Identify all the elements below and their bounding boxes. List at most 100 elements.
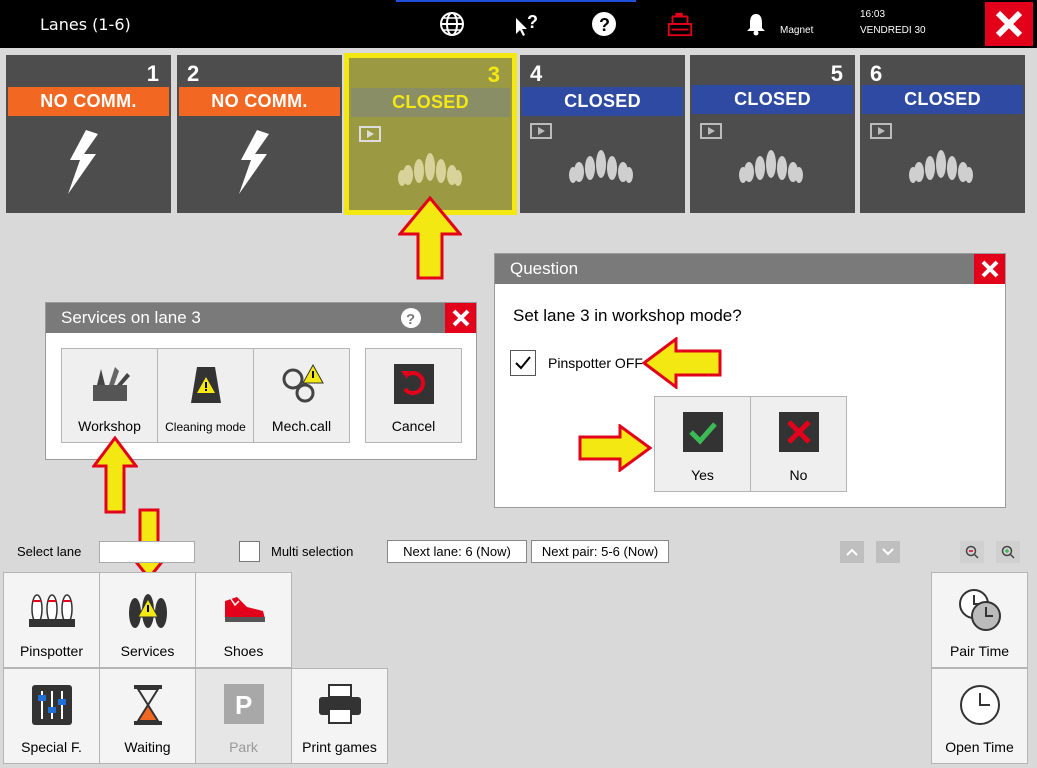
next-lane-button[interactable]: Next lane: 6 (Now) xyxy=(387,540,527,563)
chevron-down-icon xyxy=(882,548,894,556)
pins-icon xyxy=(739,150,803,183)
cancel-button[interactable]: Cancel xyxy=(365,348,462,443)
select-lane-input[interactable] xyxy=(99,541,195,563)
open-time-button[interactable]: Open Time xyxy=(931,668,1028,764)
lightning-icon xyxy=(68,130,98,194)
pinspotter-icon xyxy=(28,594,75,627)
video-icon xyxy=(359,126,381,142)
shoes-button[interactable]: Shoes xyxy=(195,572,292,668)
select-lane-label: Select lane xyxy=(17,544,82,559)
lightning-icon xyxy=(239,130,269,194)
annotation-arrow-up xyxy=(398,196,462,280)
pinspotter-button[interactable]: Pinspotter xyxy=(3,572,100,668)
clock-icon xyxy=(959,685,1000,725)
waiting-button[interactable]: Waiting xyxy=(99,668,196,764)
workshop-label: Workshop xyxy=(78,418,141,434)
tools-icon xyxy=(92,367,130,401)
zoom-out-button[interactable] xyxy=(960,541,984,563)
shoe-icon xyxy=(224,597,265,622)
question-text: Set lane 3 in workshop mode? xyxy=(513,306,742,325)
workshop-button[interactable]: Workshop xyxy=(61,348,158,443)
park-label: Park xyxy=(229,739,258,755)
clock-date: VENDREDI 30 xyxy=(860,25,926,36)
multi-selection-checkbox[interactable] xyxy=(239,541,260,562)
bell-icon[interactable] xyxy=(742,10,770,38)
scroll-down-button[interactable] xyxy=(876,541,900,563)
shoes-label: Shoes xyxy=(223,643,264,659)
annotation-arrow-left xyxy=(642,337,722,389)
services-button[interactable]: Services xyxy=(99,572,196,668)
pinspotter-off-label: Pinspotter OFF xyxy=(548,355,643,371)
pinspotter-off-checkbox[interactable] xyxy=(510,350,536,376)
lane-card-6[interactable]: 6 CLOSED xyxy=(860,55,1025,213)
pinspotter-label: Pinspotter xyxy=(19,643,84,659)
open-time-label: Open Time xyxy=(945,739,1014,755)
clocks-icon xyxy=(958,589,1001,631)
services-dialog-title: Services on lane 3 xyxy=(61,308,201,327)
no-button[interactable]: No xyxy=(750,396,847,492)
print-games-button[interactable]: Print games xyxy=(291,668,388,764)
help-icon[interactable]: ? xyxy=(590,10,618,38)
lane-status: CLOSED xyxy=(692,85,853,114)
next-pair-button[interactable]: Next pair: 5-6 (Now) xyxy=(531,540,669,563)
zoom-out-icon xyxy=(965,545,979,559)
cleaning-mode-button[interactable]: Cleaning mode xyxy=(157,348,254,443)
no-label: No xyxy=(789,467,808,483)
lane-status: CLOSED xyxy=(351,88,510,117)
yes-label: Yes xyxy=(691,467,714,483)
help-icon[interactable]: ? xyxy=(400,307,422,329)
zoom-in-icon xyxy=(1001,545,1015,559)
lane-status: CLOSED xyxy=(862,85,1023,114)
cleaning-mode-label: Cleaning mode xyxy=(165,420,246,434)
close-icon xyxy=(981,260,998,278)
question-close-button[interactable] xyxy=(974,254,1005,284)
pointer-help-icon[interactable]: ? xyxy=(512,10,540,38)
close-app-button[interactable] xyxy=(985,2,1033,46)
svg-text:P: P xyxy=(235,690,252,720)
multi-selection-label: Multi selection xyxy=(271,544,354,559)
lane-number: 2 xyxy=(187,61,200,86)
pins-icon xyxy=(398,153,462,186)
printer-icon xyxy=(318,684,361,724)
video-icon xyxy=(700,123,722,139)
lane-card-1[interactable]: 1 NO COMM. xyxy=(6,55,171,213)
annotation-arrow-right xyxy=(578,424,652,472)
globe-icon[interactable] xyxy=(438,10,466,38)
user-name: Magnet xyxy=(780,25,814,36)
lane-card-4[interactable]: 4 CLOSED xyxy=(520,55,685,213)
lane-card-3[interactable]: 3 CLOSED xyxy=(344,53,517,215)
mech-call-button[interactable]: Mech.call xyxy=(253,348,350,443)
print-games-label: Print games xyxy=(302,739,377,755)
pair-time-label: Pair Time xyxy=(949,643,1010,659)
zoom-in-button[interactable] xyxy=(996,541,1020,563)
cash-register-icon[interactable] xyxy=(666,10,694,38)
lane-number: 3 xyxy=(487,62,500,87)
accent-line xyxy=(396,0,636,2)
services-label: Services xyxy=(120,643,175,659)
top-bar: Lanes (1-6) ? ? Magnet 16:03 VENDREDI 30 xyxy=(0,0,1037,48)
lane-number: 5 xyxy=(830,61,843,86)
pair-time-button[interactable]: Pair Time xyxy=(931,572,1028,668)
svg-text:?: ? xyxy=(406,311,415,328)
scroll-up-button[interactable] xyxy=(840,541,864,563)
park-button[interactable]: P Park xyxy=(195,668,292,764)
wet-floor-sign-icon xyxy=(190,367,221,403)
video-icon xyxy=(870,123,892,139)
special-functions-button[interactable]: Special F. xyxy=(3,668,100,764)
yes-button[interactable]: Yes xyxy=(654,396,751,492)
lane-card-5[interactable]: 5 CLOSED xyxy=(690,55,855,213)
mech-call-label: Mech.call xyxy=(271,418,332,434)
question-dialog: Question Set lane 3 in workshop mode? Pi… xyxy=(494,253,1006,508)
waiting-label: Waiting xyxy=(124,739,171,755)
lane-status: CLOSED xyxy=(522,87,683,116)
services-close-button[interactable] xyxy=(445,303,476,333)
lane-status: NO COMM. xyxy=(179,87,340,116)
lane-number: 6 xyxy=(870,61,883,86)
svg-text:?: ? xyxy=(599,15,610,35)
question-dialog-header: Question xyxy=(495,254,1005,284)
pins-icon xyxy=(569,150,633,183)
lane-card-2[interactable]: 2 NO COMM. xyxy=(177,55,342,213)
services-pins-icon xyxy=(128,594,167,628)
parking-icon: P xyxy=(223,684,264,724)
sliders-icon xyxy=(31,685,72,725)
